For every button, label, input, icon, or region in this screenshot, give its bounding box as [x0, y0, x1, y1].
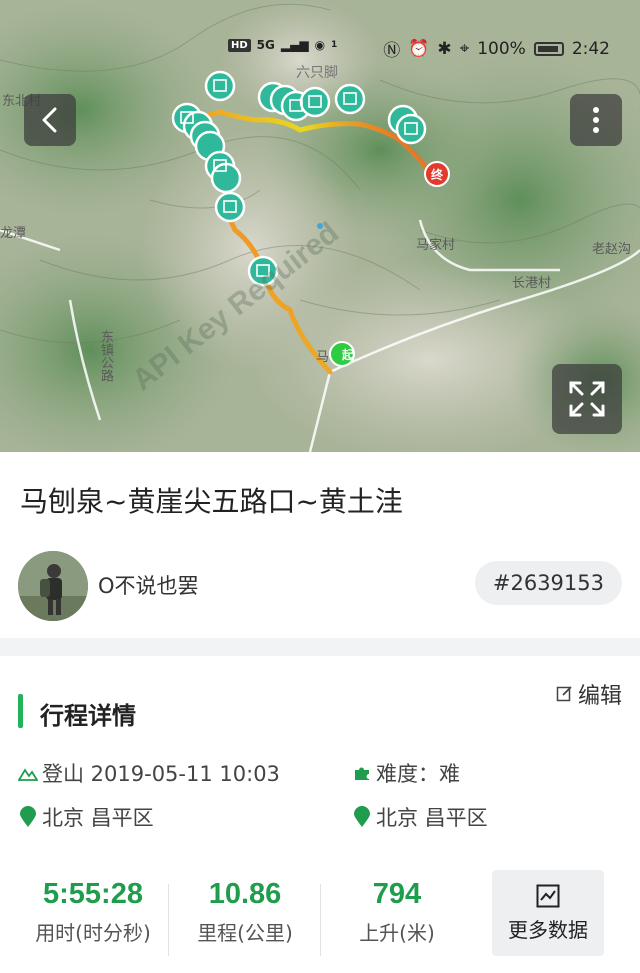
nfc-icon: Ⓝ: [383, 41, 401, 61]
alarm-icon: ⏰: [408, 38, 430, 59]
more-data-label: 更多数据: [508, 917, 588, 942]
stat-divider: [168, 884, 169, 956]
place-label: 龙潭: [0, 226, 27, 241]
hotspot-icon: ◉: [314, 38, 326, 52]
start-location-text: 北京 昌平区: [42, 806, 154, 830]
start-location-info: 北京 昌平区: [18, 802, 154, 832]
ascent-value: 794: [372, 878, 422, 910]
activity-text: 登山 2019-05-11 10:03: [42, 762, 280, 786]
ascent-stat: 794 上升(米): [322, 878, 472, 946]
back-button[interactable]: [24, 94, 76, 146]
clock: 2:42: [571, 38, 610, 59]
edit-button[interactable]: 编辑: [556, 678, 622, 710]
place-label: 长港村: [512, 276, 552, 291]
section-title: 行程详情: [40, 702, 136, 730]
fullscreen-button[interactable]: [552, 364, 622, 434]
puzzle-icon: [352, 763, 372, 783]
start-pin-icon: [18, 806, 38, 827]
more-vertical-icon: [593, 107, 599, 133]
end-pin-icon: [352, 806, 372, 827]
route-map[interactable]: 起 终 六只脚 东北村 龙潭 马家村 长港村 老赵沟 东镇公路 马 API Ke…: [0, 0, 640, 452]
place-label: 东镇公路: [98, 330, 113, 382]
place-label: 老赵沟: [592, 242, 632, 257]
battery-icon: [533, 41, 564, 56]
avatar[interactable]: [18, 551, 88, 621]
start-marker-label: 起: [342, 348, 355, 362]
edit-label: 编辑: [577, 684, 622, 709]
route-id-badge: #2639153: [474, 561, 622, 605]
mountain-icon: [18, 763, 38, 783]
duration-label: 用时(时分秒): [35, 921, 151, 945]
place-label: 马: [316, 350, 330, 365]
duration-stat: 5:55:28 用时(时分秒): [18, 878, 168, 946]
place-label: 六只脚: [296, 65, 338, 81]
trip-details-card: 行程详情 编辑 登山 2019-05-11 10:03 难度：难 北京 昌平区 …: [0, 656, 640, 973]
signal-icon: ▂▄▆: [280, 38, 309, 52]
end-location-text: 北京 昌平区: [376, 806, 488, 830]
duration-value: 5:55:28: [43, 878, 143, 910]
more-data-button[interactable]: 更多数据: [492, 870, 604, 956]
end-marker-label: 终: [431, 168, 444, 182]
place-label: 马家村: [416, 238, 456, 253]
status-bar: HD 5G ▂▄▆ ◉ 1 Ⓝ ⏰ ✱ ⌖ 100% 2:42: [0, 0, 640, 61]
chevron-left-icon: [42, 107, 57, 133]
bluetooth-icon: ✱: [437, 38, 452, 59]
battery-percent: 100%: [477, 38, 526, 59]
stats-row: 5:55:28 用时(时分秒) 10.86 里程(公里) 794 上升(米) 更…: [0, 864, 640, 964]
difficulty-info: 难度：难: [352, 758, 460, 788]
chart-icon: [536, 884, 560, 907]
route-title: 马刨泉~黄崖尖五路口~黄土洼: [20, 485, 403, 518]
network-indicator: 5G: [256, 38, 275, 52]
stat-divider: [320, 884, 321, 956]
distance-value: 10.86: [208, 878, 282, 910]
expand-icon: [569, 381, 605, 417]
distance-label: 里程(公里): [197, 921, 293, 945]
edit-icon: [556, 686, 572, 702]
hd-indicator: HD: [228, 38, 251, 52]
user-photo: [18, 551, 88, 621]
route-header-card: 马刨泉~黄崖尖五路口~黄土洼 O不说也罢 #2639153: [0, 452, 640, 638]
difficulty-text: 难度：难: [376, 762, 460, 786]
ascent-label: 上升(米): [359, 921, 435, 945]
section-accent-bar: [18, 694, 23, 728]
more-options-button[interactable]: [570, 94, 622, 146]
end-location-info: 北京 昌平区: [352, 802, 488, 832]
username[interactable]: O不说也罢: [98, 570, 199, 600]
distance-stat: 10.86 里程(公里): [170, 878, 320, 946]
hotspot-count: 1: [331, 40, 338, 50]
location-icon: ⌖: [459, 38, 470, 59]
activity-info: 登山 2019-05-11 10:03: [18, 758, 280, 788]
